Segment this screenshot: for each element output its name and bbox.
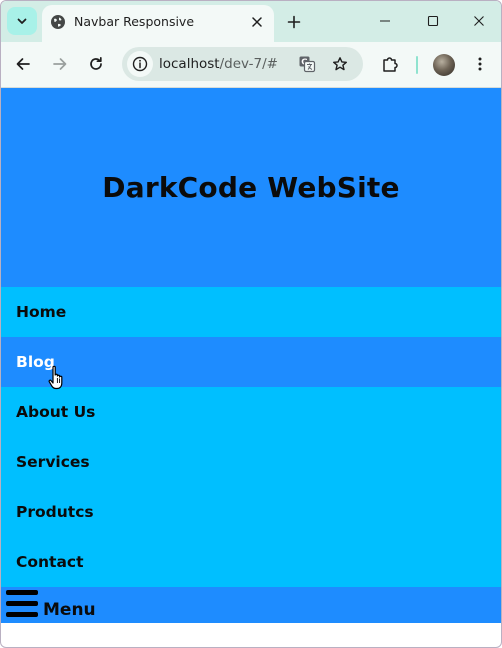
maximize-button[interactable]	[419, 9, 447, 33]
nav-item-home[interactable]: Home	[1, 287, 501, 337]
hamburger-icon[interactable]	[6, 590, 38, 618]
tab-strip: Navbar Responsive	[1, 1, 501, 42]
site-info-button[interactable]	[127, 51, 153, 77]
web-page: DarkCode WebSite Home Blog About Us Serv…	[1, 88, 501, 623]
browser-window: Navbar Responsive localhost/dev-7/# Dark…	[0, 0, 502, 648]
toolbar-separator	[416, 56, 418, 74]
nav-item-label: Produtcs	[16, 503, 94, 521]
hand-cursor-icon	[48, 365, 63, 390]
tab-navbar-responsive[interactable]: Navbar Responsive	[42, 5, 274, 42]
site-title: DarkCode WebSite	[102, 171, 400, 204]
globe-icon	[51, 15, 65, 29]
tab-close-button[interactable]	[248, 13, 266, 31]
nav-item-blog[interactable]: Blog	[1, 337, 501, 387]
browser-menu-button[interactable]	[468, 52, 492, 76]
url-path: /dev-7/#	[219, 56, 278, 72]
nav-item-label: Contact	[16, 553, 84, 571]
translate-icon: G	[299, 56, 316, 73]
more-vertical-icon	[478, 57, 482, 71]
translate-button[interactable]: G	[298, 55, 316, 73]
close-icon	[252, 17, 262, 27]
minimize-icon	[380, 20, 390, 22]
chevron-down-icon	[17, 18, 27, 24]
back-button[interactable]	[11, 52, 35, 76]
bookmark-star-button[interactable]	[331, 55, 349, 73]
maximize-icon	[427, 15, 439, 27]
forward-button[interactable]	[48, 52, 72, 76]
nav-item-label: About Us	[16, 403, 96, 421]
nav-item-contact[interactable]: Contact	[1, 537, 501, 587]
reload-icon	[90, 56, 102, 70]
site-info-icon	[132, 56, 148, 72]
avatar[interactable]	[433, 54, 455, 76]
minimize-button[interactable]	[371, 9, 399, 33]
url-text[interactable]: localhost/dev-7/#	[159, 56, 278, 72]
close-window-button[interactable]	[465, 9, 493, 33]
address-bar[interactable]: localhost/dev-7/# G	[122, 47, 363, 81]
nav-item-products[interactable]: Produtcs	[1, 487, 501, 537]
plus-icon	[287, 15, 301, 29]
nav-item-label: Home	[16, 303, 67, 321]
site-header: DarkCode WebSite	[1, 88, 501, 287]
url-host: localhost	[159, 56, 220, 72]
tab-search-button[interactable]	[7, 7, 37, 35]
nav-item-label: Services	[16, 453, 90, 471]
extensions-button[interactable]	[378, 52, 402, 76]
reload-button[interactable]	[84, 52, 108, 76]
browser-toolbar: localhost/dev-7/# G	[1, 42, 501, 88]
nav-item-about-us[interactable]: About Us	[1, 387, 501, 437]
puzzle-icon	[383, 57, 398, 72]
nav-item-services[interactable]: Services	[1, 437, 501, 487]
arrow-left-icon	[16, 58, 30, 70]
arrow-right-icon	[53, 58, 67, 70]
star-icon	[333, 57, 347, 71]
nav-menu: Home Blog About Us Services Produtcs Con…	[1, 287, 501, 587]
tab-title: Navbar Responsive	[74, 14, 195, 29]
menu-toggle-label: Menu	[43, 600, 96, 620]
new-tab-button[interactable]	[282, 10, 306, 34]
menu-toggle[interactable]: Menu	[1, 587, 501, 623]
close-icon	[474, 16, 484, 26]
